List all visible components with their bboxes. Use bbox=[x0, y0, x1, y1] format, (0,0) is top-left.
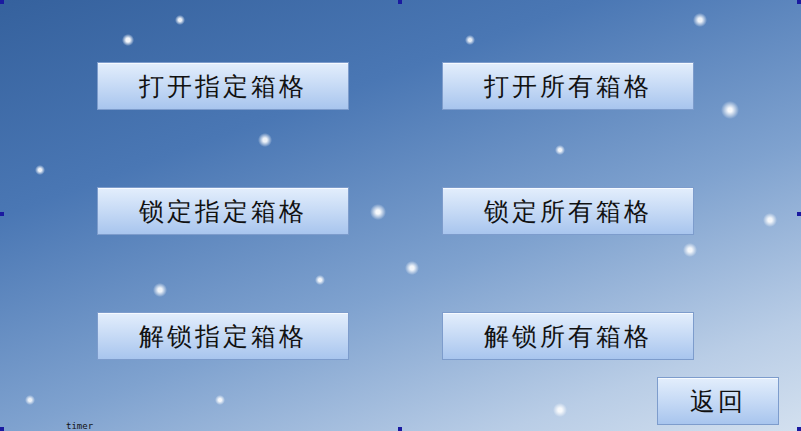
box-action-button[interactable]: 锁定指定箱格 bbox=[97, 187, 349, 235]
box-action-button[interactable]: 打开指定箱格 bbox=[97, 62, 349, 110]
selection-handle bbox=[797, 212, 801, 216]
selection-handle bbox=[398, 427, 402, 431]
selection-handle bbox=[0, 427, 4, 431]
selection-handle bbox=[0, 212, 4, 216]
selection-handle bbox=[797, 0, 801, 4]
box-action-button[interactable]: 打开所有箱格 bbox=[442, 62, 694, 110]
selection-handle bbox=[398, 0, 402, 4]
back-row: 返回 bbox=[97, 377, 779, 425]
selection-handle bbox=[797, 427, 801, 431]
main-panel: 打开指定箱格 打开所有箱格锁定指定箱格 锁定所有箱格解锁指定箱格 解锁所有箱格 返回 bbox=[0, 0, 801, 431]
selection-handle bbox=[0, 0, 4, 4]
box-action-button[interactable]: 锁定所有箱格 bbox=[442, 187, 694, 235]
button-grid: 打开指定箱格 打开所有箱格锁定指定箱格 锁定所有箱格解锁指定箱格 解锁所有箱格 bbox=[97, 62, 779, 360]
box-action-button[interactable]: 解锁所有箱格 bbox=[442, 312, 694, 360]
back-button[interactable]: 返回 bbox=[657, 377, 779, 425]
box-action-button[interactable]: 解锁指定箱格 bbox=[97, 312, 349, 360]
timer-label: timer bbox=[66, 421, 93, 431]
